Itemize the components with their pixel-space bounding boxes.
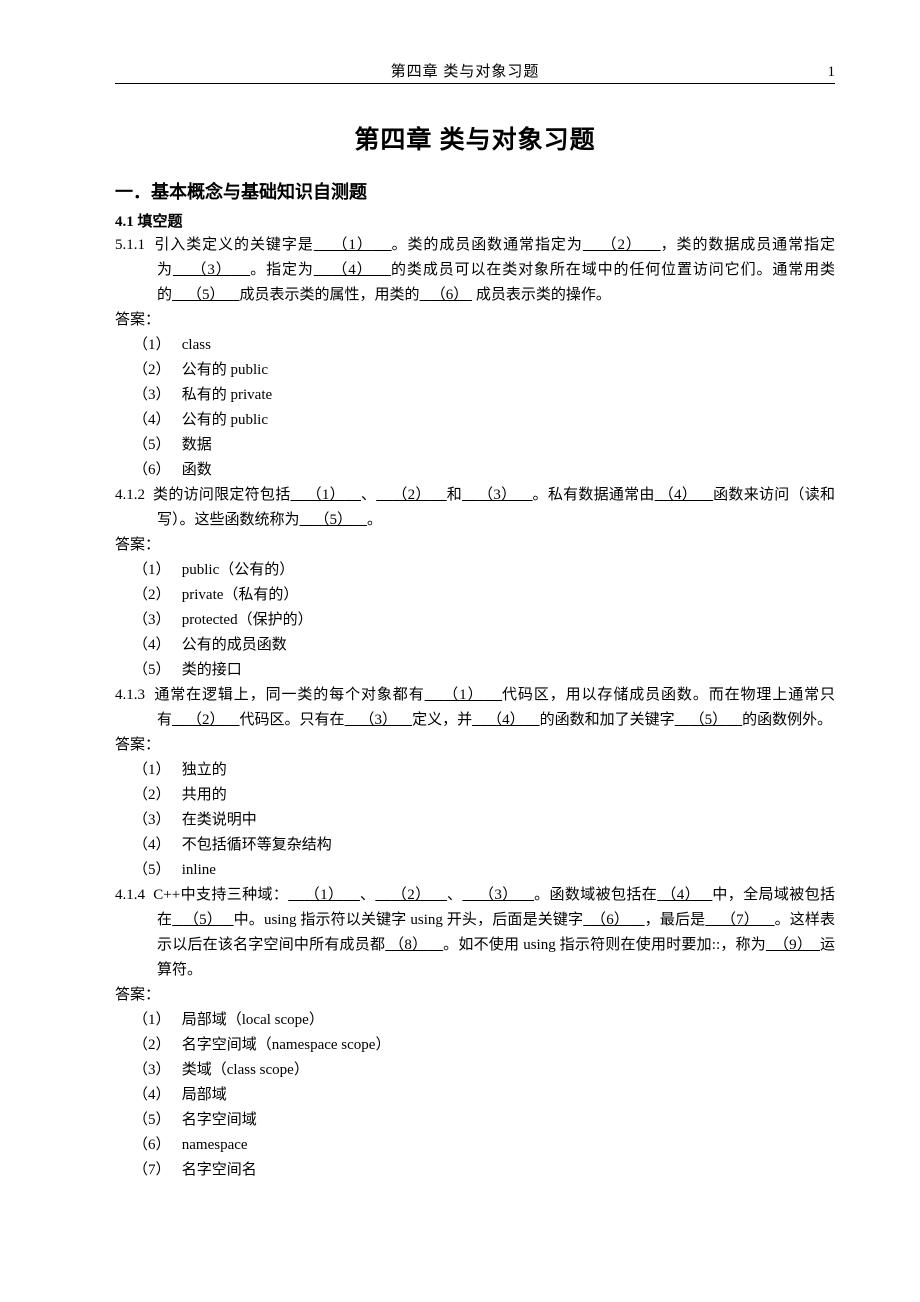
document-title: 第四章 类与对象习题 <box>115 120 835 156</box>
answer-1: （1） 独立的 <box>115 758 835 783</box>
blank-3: （3） <box>345 712 413 728</box>
answer-label: 答案： <box>115 308 835 333</box>
text: 和 <box>447 487 462 503</box>
text: 的函数和加了关键字 <box>540 712 675 728</box>
answer-2: （2） 共用的 <box>115 783 835 808</box>
blank-2: （2） <box>172 712 240 728</box>
blank-4: （4） <box>472 712 540 728</box>
text: 代码区。只有在 <box>240 712 345 728</box>
text: 、 <box>447 887 462 903</box>
answer-1: （1） 局部域（local scope） <box>115 1008 835 1033</box>
section-1-title: 一．基本概念与基础知识自测题 <box>115 178 835 204</box>
text: 。类的成员函数通常指定为 <box>392 237 583 253</box>
answer-5: （5） 类的接口 <box>115 658 835 683</box>
blank-7: （7） <box>705 912 774 928</box>
blank-3: （3） <box>462 887 534 903</box>
answer-3: （3） 私有的 private <box>115 383 835 408</box>
answer-2: （2） private（私有的） <box>115 583 835 608</box>
header-page-number: 1 <box>815 64 835 81</box>
answer-5: （5） inline <box>115 858 835 883</box>
blank-2: （2） <box>375 887 447 903</box>
answer-4: （4） 不包括循环等复杂结构 <box>115 833 835 858</box>
blank-5: （5） <box>172 287 240 303</box>
blank-5: （5） <box>675 712 743 728</box>
text: 成员表示类的属性，用类的 <box>240 287 420 303</box>
blank-4: （4） <box>314 262 391 278</box>
blank-1: （1） <box>288 887 360 903</box>
question-4-1-3: 4.1.3 通常在逻辑上，同一类的每个对象都有 （1） 代码区，用以存储成员函数… <box>115 683 835 733</box>
text: 中。using 指示符以关键字 using 开头，后面是关键字 <box>234 912 584 928</box>
blank-2: （2） <box>583 237 661 253</box>
blank-1: （1） <box>314 237 392 253</box>
answer-6: （6） namespace <box>115 1133 835 1158</box>
answer-4: （4） 公有的成员函数 <box>115 633 835 658</box>
text: 、 <box>360 887 375 903</box>
answer-label: 答案： <box>115 983 835 1008</box>
question-number: 4.1.2 <box>115 487 145 503</box>
answer-5: （5） 名字空间域 <box>115 1108 835 1133</box>
question-5-1-1: 5.1.1 引入类定义的关键字是 （1） 。类的成员函数通常指定为 （2） ，类… <box>115 233 835 308</box>
blank-3: （3） <box>462 487 533 503</box>
text: 。 <box>367 512 382 528</box>
header-title: 第四章 类与对象习题 <box>115 60 815 81</box>
question-number: 5.1.1 <box>115 237 145 253</box>
text: C++中支持三种域： <box>153 887 288 903</box>
text: 成员表示类的操作。 <box>472 287 611 303</box>
text: ，最后是 <box>645 912 706 928</box>
answer-4: （4） 公有的 public <box>115 408 835 433</box>
text: 。函数域被包括在 <box>534 887 657 903</box>
answer-3: （3） 类域（class scope） <box>115 1058 835 1083</box>
text: 的函数例外。 <box>742 712 832 728</box>
question-number: 4.1.3 <box>115 687 145 703</box>
answer-4: （4） 局部域 <box>115 1083 835 1108</box>
answer-2: （2） 名字空间域（namespace scope） <box>115 1033 835 1058</box>
blank-6: （6） <box>420 287 473 303</box>
page-header: 第四章 类与对象习题 1 <box>115 60 835 84</box>
answer-label: 答案： <box>115 533 835 558</box>
text: 定义，并 <box>412 712 472 728</box>
answer-2: （2） 公有的 public <box>115 358 835 383</box>
text: 。指定为 <box>250 262 314 278</box>
blank-9: （9） <box>766 937 820 953</box>
blank-5: （5） <box>300 512 368 528</box>
text: 。如不使用 using 指示符则在使用时要加::，称为 <box>443 937 766 953</box>
blank-8: （8） <box>385 937 443 953</box>
answer-6: （6） 函数 <box>115 458 835 483</box>
blank-2: （2） <box>376 487 447 503</box>
answer-label: 答案： <box>115 733 835 758</box>
blank-1: （1） <box>290 487 361 503</box>
text: 类的访问限定符包括 <box>153 487 290 503</box>
blank-5: （5） <box>172 912 233 928</box>
text: 通常在逻辑上，同一类的每个对象都有 <box>154 687 424 703</box>
blank-3: （3） <box>173 262 250 278</box>
question-4-1-4: 4.1.4 C++中支持三种域： （1） 、 （2） 、 （3） 。函数域被包括… <box>115 883 835 983</box>
answer-1: （1） class <box>115 333 835 358</box>
blank-4: （4） <box>657 887 712 903</box>
answer-3: （3） 在类说明中 <box>115 808 835 833</box>
answer-5: （5） 数据 <box>115 433 835 458</box>
text: 、 <box>361 487 376 503</box>
page: 第四章 类与对象习题 1 第四章 类与对象习题 一．基本概念与基础知识自测题 4… <box>0 0 920 1302</box>
blank-1: （1） <box>425 687 502 703</box>
question-4-1-2: 4.1.2 类的访问限定符包括 （1） 、 （2） 和 （3） 。私有数据通常由… <box>115 483 835 533</box>
text: 引入类定义的关键字是 <box>154 237 313 253</box>
answer-3: （3） protected（保护的） <box>115 608 835 633</box>
blank-6: （6） <box>583 912 644 928</box>
text: 。私有数据通常由 <box>533 487 655 503</box>
subsection-4-1-title: 4.1 填空题 <box>115 210 835 231</box>
question-number: 4.1.4 <box>115 887 145 903</box>
blank-4: （4） <box>655 487 713 503</box>
answer-1: （1） public（公有的） <box>115 558 835 583</box>
answer-7: （7） 名字空间名 <box>115 1158 835 1183</box>
